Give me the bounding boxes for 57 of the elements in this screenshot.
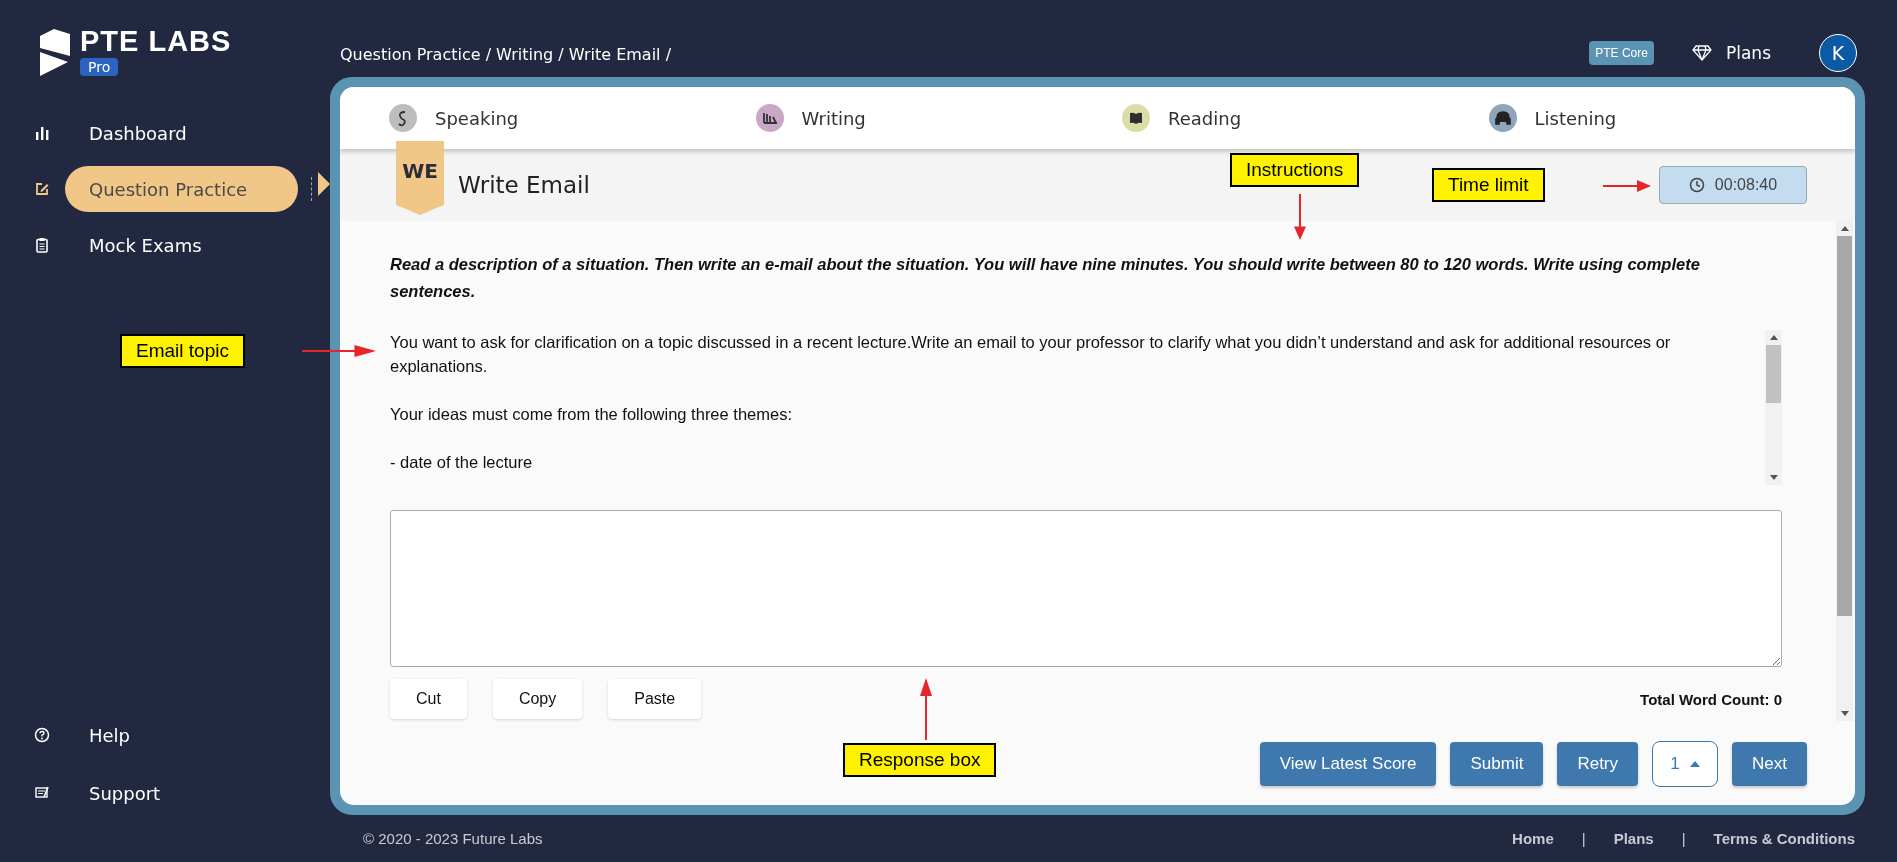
nav-link[interactable]: Support [65, 770, 298, 816]
topic-paragraph: Your ideas must come from the following three themes: [390, 404, 793, 425]
user-avatar[interactable]: K [1819, 33, 1857, 72]
response-field[interactable] [390, 510, 1782, 667]
section-tab[interactable]: Listening [1488, 104, 1855, 132]
footer-link[interactable]: Home [1512, 830, 1554, 847]
edit-button[interactable]: Cut [390, 679, 467, 719]
scrollbar[interactable] [1765, 330, 1782, 485]
instructions-text: Read a description of a situation. Then write an e-mail about the situation. You will have nine minutes. You should write between 80 to 120 words. Write using complete sentences. [390, 254, 1701, 302]
nav-link[interactable]: Mock Exams [65, 222, 298, 268]
pro-badge: Pro [80, 58, 119, 76]
action-button[interactable]: View Latest Score [1259, 741, 1437, 786]
timer-text: 00:08:40 [1714, 176, 1778, 194]
footer-separator: | [1681, 830, 1686, 847]
edit-icon [34, 181, 50, 197]
action-button[interactable]: Next [1732, 741, 1807, 786]
plans-link[interactable]: Plans [1725, 42, 1771, 63]
callout-arrow [1292, 194, 1308, 240]
question-title: Write Email [458, 172, 590, 198]
logo-icon [38, 26, 72, 78]
topic-paragraph: You want to ask for clarification on a topic discussed in a recent lecture.Write an email to your professor to clarify what you didn’t understand and ask for additional resources or explanations. [390, 332, 1672, 377]
topic-paragraph: - date of the lecture [390, 452, 534, 473]
clock-icon [1688, 177, 1705, 193]
help-icon [34, 727, 50, 743]
footer-link[interactable]: Plans [1613, 830, 1654, 847]
active-marker [311, 177, 312, 201]
section-tab[interactable]: Speaking [389, 104, 756, 132]
section-tab[interactable]: Reading [1122, 104, 1489, 132]
callout-label: Response box [843, 743, 997, 777]
breadcrumb: Question Practice / Writing / Write Email / [340, 45, 671, 64]
word-count: Total Word Count: 0 [1640, 690, 1782, 708]
edit-button[interactable]: Copy [492, 679, 583, 719]
callout-label: Instructions [1230, 153, 1360, 187]
question-code-ribbon: WE [396, 141, 444, 215]
callout-label: Time limit [1432, 168, 1545, 202]
section-tab[interactable]: Writing [755, 104, 1122, 132]
footer-separator: | [1581, 830, 1586, 847]
caret-icon [1689, 760, 1700, 767]
brand-name: PTE LABS [80, 26, 232, 56]
nav-link[interactable]: Dashboard [65, 110, 298, 156]
card-pointer [318, 172, 330, 196]
diamond-icon [1691, 44, 1712, 61]
footer-link[interactable]: Terms & Conditions [1713, 830, 1855, 847]
clipboard-icon [34, 237, 50, 253]
action-button[interactable]: Retry [1557, 741, 1639, 786]
action-button[interactable]: Submit [1450, 741, 1544, 786]
callout-label: Email topic [120, 334, 245, 368]
edit-button[interactable]: Paste [608, 679, 702, 719]
chart-icon [34, 125, 50, 141]
copyright-text: © 2020 - 2023 Future Labs [363, 830, 543, 847]
page-selector[interactable]: 1 [1652, 740, 1719, 787]
nav-link[interactable]: Help [65, 712, 298, 758]
support-icon [34, 785, 50, 801]
scrollbar[interactable] [1836, 221, 1853, 721]
callout-arrow [918, 678, 934, 740]
nav-link[interactable]: Question Practice [65, 166, 298, 212]
callout-arrow [1603, 178, 1651, 194]
